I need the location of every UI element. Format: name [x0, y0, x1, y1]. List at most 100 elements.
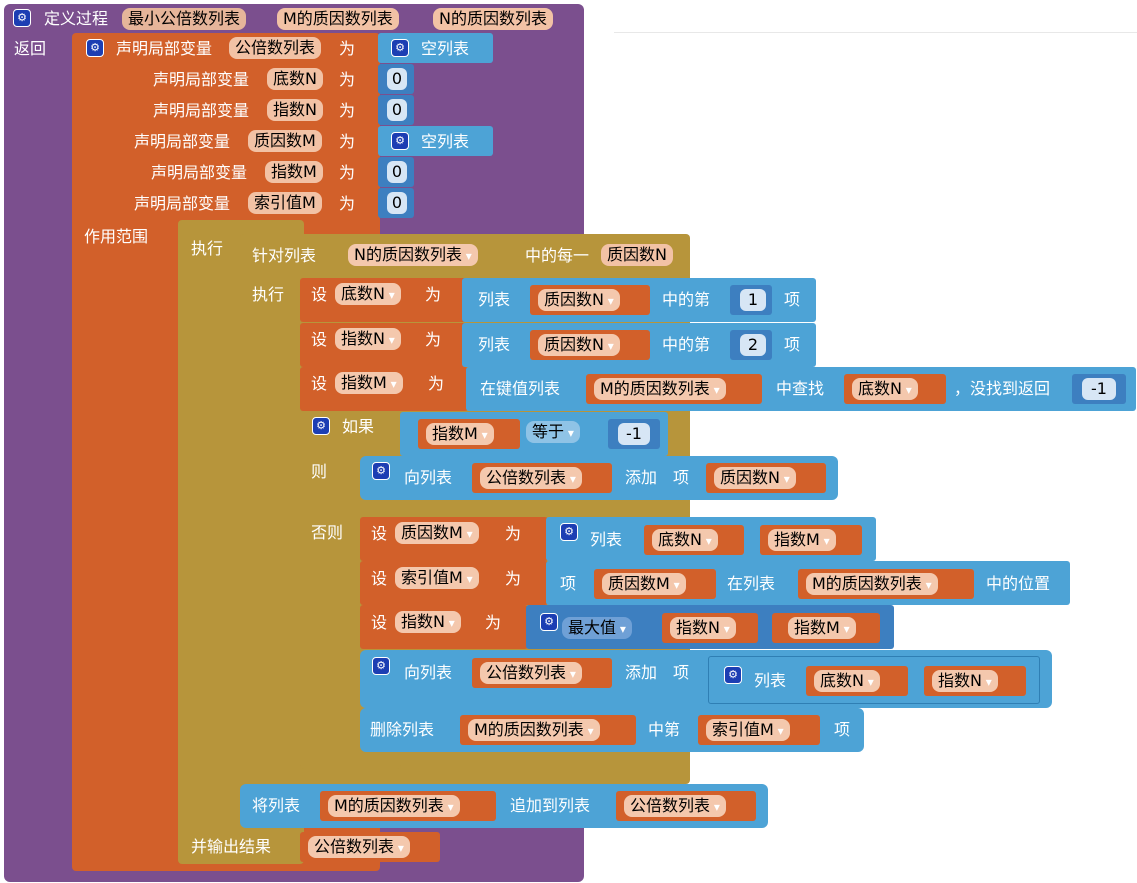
remove-nth-label: 中第	[648, 720, 681, 739]
local-var-3[interactable]: 指数N	[267, 99, 323, 121]
empty-list-gear-icon-1[interactable]: ⚙	[391, 39, 409, 57]
else-set-var-3[interactable]: 指数N	[395, 611, 461, 633]
lookup-list-getter[interactable]: M的质因数列表	[594, 378, 726, 400]
make-list-b-getter[interactable]: 指数M	[768, 529, 836, 551]
local-gear-icon[interactable]: ⚙	[86, 39, 104, 57]
procedure-gear-icon[interactable]: ⚙	[13, 9, 31, 27]
index-of-value-getter[interactable]: 质因数M	[602, 573, 686, 595]
remove-index-getter[interactable]: 索引值M	[706, 719, 790, 741]
zero-value-3[interactable]: 0	[387, 161, 407, 183]
each-label: 中的每一	[525, 246, 590, 265]
then-add-to-label: 向列表	[404, 468, 453, 487]
then-item-getter[interactable]: 质因数N	[714, 467, 796, 489]
as-label-5: 为	[339, 163, 356, 182]
else-set-as-2: 为	[505, 569, 522, 588]
return-label: 返回	[14, 39, 47, 58]
index-value-2[interactable]: 2	[740, 334, 766, 356]
else-set-var-2[interactable]: 索引值M	[395, 567, 479, 589]
else-add-gear-icon[interactable]: ⚙	[372, 657, 390, 675]
append-target-getter[interactable]: 公倍数列表	[624, 795, 726, 817]
max-b-getter[interactable]: 指数M	[788, 617, 856, 639]
set-label-1: 设	[311, 285, 328, 304]
zero-value-1[interactable]: 0	[387, 68, 407, 90]
foreach-label: 针对列表	[252, 246, 317, 265]
if-label: 如果	[342, 417, 375, 436]
zero-value-4[interactable]: 0	[387, 192, 407, 214]
scope-label: 作用范围	[84, 227, 149, 246]
compare-operator[interactable]: 等于	[526, 421, 580, 443]
else-add-to-label: 向列表	[404, 663, 453, 682]
else-add-list-getter[interactable]: 公倍数列表	[480, 662, 582, 684]
foreach-list-getter[interactable]: N的质因数列表	[348, 244, 478, 266]
remove-label: 删除列表	[370, 720, 435, 739]
notfound-label: ，没找到返回	[954, 379, 1051, 398]
list-getter-1[interactable]: 质因数N	[538, 289, 620, 311]
list-label-2: 列表	[478, 335, 511, 354]
zero-value-2[interactable]: 0	[387, 99, 407, 121]
max-function-select[interactable]: 最大值	[562, 617, 632, 639]
as-label-2: 为	[339, 70, 356, 89]
else-set-label-2: 设	[371, 569, 388, 588]
declare-label-6: 声明局部变量	[134, 194, 231, 213]
make-list-gear-icon-2[interactable]: ⚙	[724, 666, 742, 684]
foreach-item-var[interactable]: 质因数N	[601, 244, 673, 266]
in-list-label: 在列表	[727, 574, 776, 593]
as-label-6: 为	[339, 194, 356, 213]
index-value-1[interactable]: 1	[740, 289, 766, 311]
compare-value[interactable]: -1	[618, 423, 650, 445]
default-value[interactable]: -1	[1082, 378, 1116, 400]
exec-label: 执行	[191, 239, 224, 258]
make-list-gear-icon-1[interactable]: ⚙	[560, 523, 578, 541]
max-gear-icon[interactable]: ⚙	[540, 613, 558, 631]
nth-label-2: 中的第	[662, 335, 711, 354]
set-as-label-3: 为	[428, 374, 445, 393]
empty-list-label-1: 空列表	[421, 39, 470, 58]
param-n-list[interactable]: N的质因数列表	[433, 8, 553, 30]
then-add-list-getter[interactable]: 公倍数列表	[480, 467, 582, 489]
remove-list-getter[interactable]: M的质因数列表	[468, 719, 600, 741]
declare-label-1: 声明局部变量	[116, 39, 213, 58]
local-var-2[interactable]: 底数N	[267, 68, 323, 90]
define-label: 定义过程	[44, 9, 109, 28]
local-var-1[interactable]: 公倍数列表	[229, 37, 322, 59]
max-a-getter[interactable]: 指数N	[670, 617, 736, 639]
local-var-5[interactable]: 指数M	[265, 161, 323, 183]
output-label: 并输出结果	[191, 837, 272, 856]
set-label-3: 设	[311, 374, 328, 393]
else-set-as-3: 为	[485, 613, 502, 632]
make-list-a-getter[interactable]: 底数N	[652, 529, 718, 551]
item-label-1: 项	[784, 290, 801, 309]
find-label: 中查找	[776, 379, 825, 398]
nth-label-1: 中的第	[662, 290, 711, 309]
empty-list-gear-icon-2[interactable]: ⚙	[391, 132, 409, 150]
proc-name-field[interactable]: 最小公倍数列表	[122, 8, 247, 30]
list-getter-2[interactable]: 质因数N	[538, 334, 620, 356]
make-list-d-getter[interactable]: 指数N	[932, 670, 998, 692]
set-var-3[interactable]: 指数M	[335, 372, 403, 394]
append-to-label: 追加到列表	[510, 796, 591, 815]
make-list-c-getter[interactable]: 底数N	[814, 670, 880, 692]
then-add-gear-icon[interactable]: ⚙	[372, 462, 390, 480]
else-set-label-3: 设	[371, 613, 388, 632]
declare-label-3: 声明局部变量	[153, 101, 250, 120]
set-as-label-1: 为	[425, 285, 442, 304]
param-m-list[interactable]: M的质因数列表	[277, 8, 399, 30]
item-label-2: 项	[784, 335, 801, 354]
lookup-key-getter[interactable]: 底数N	[852, 378, 918, 400]
compare-var-getter[interactable]: 指数M	[426, 423, 494, 445]
then-add-label: 添加	[625, 468, 658, 487]
list-label-1: 列表	[478, 290, 511, 309]
remove-item-label: 项	[834, 720, 851, 739]
output-var-getter[interactable]: 公倍数列表	[308, 836, 410, 858]
set-var-1[interactable]: 底数N	[335, 283, 401, 305]
if-gear-icon[interactable]: ⚙	[312, 417, 330, 435]
as-label-3: 为	[339, 101, 356, 120]
index-of-item-label: 项	[560, 574, 577, 593]
then-item-label: 项	[673, 468, 690, 487]
else-set-var-1[interactable]: 质因数M	[395, 522, 479, 544]
append-list-getter[interactable]: M的质因数列表	[328, 795, 460, 817]
index-of-list-getter[interactable]: M的质因数列表	[806, 573, 938, 595]
local-var-6[interactable]: 索引值M	[248, 192, 322, 214]
set-var-2[interactable]: 指数N	[335, 328, 401, 350]
local-var-4[interactable]: 质因数M	[248, 130, 322, 152]
